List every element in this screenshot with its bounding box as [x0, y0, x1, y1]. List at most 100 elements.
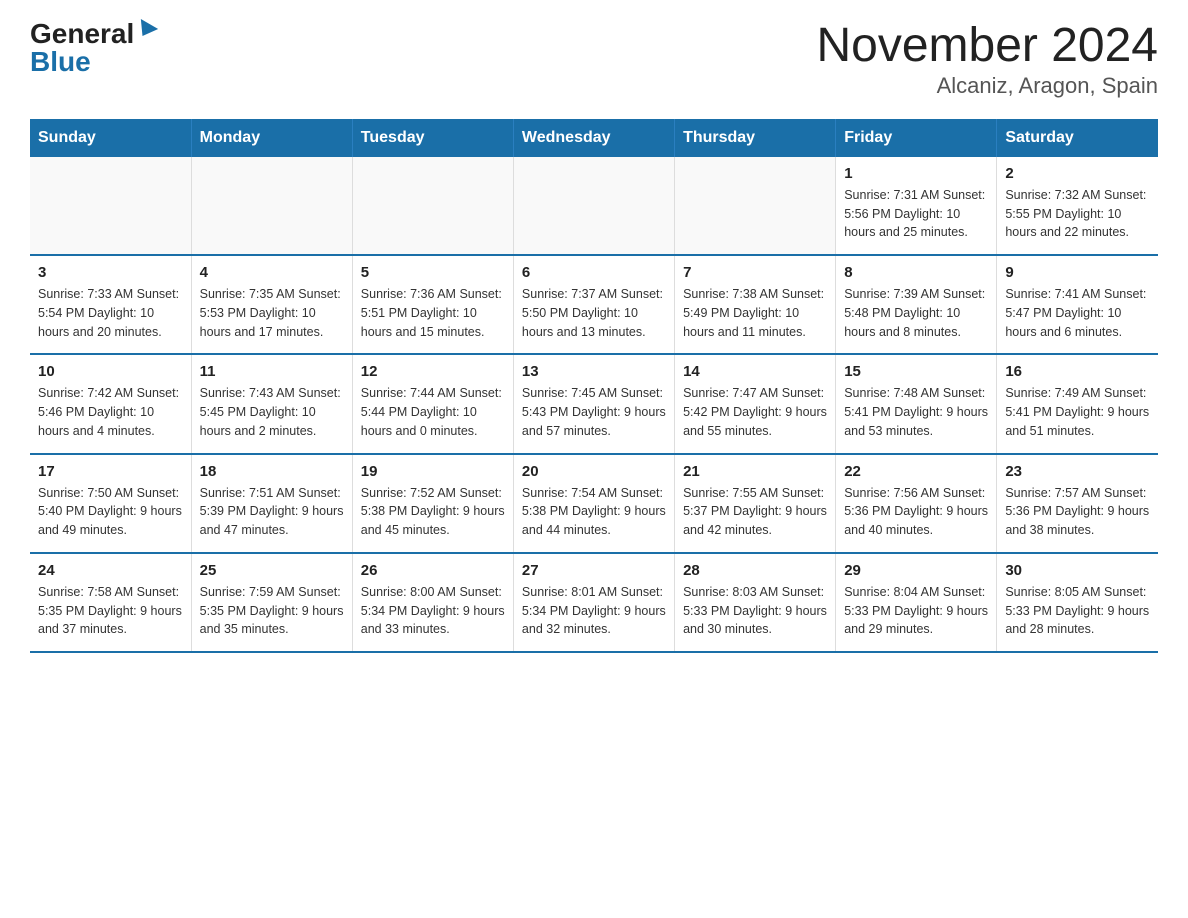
day-number: 16	[1005, 363, 1150, 380]
calendar-week-1: 1 Sunrise: 7:31 AM Sunset: 5:56 PM Daylig…	[30, 157, 1158, 255]
calendar-cell: 12Sunrise: 7:44 AM Sunset: 5:44 PM Dayli…	[352, 354, 513, 453]
calendar-cell: 17Sunrise: 7:50 AM Sunset: 5:40 PM Dayli…	[30, 454, 191, 553]
day-info: Sunrise: 7:58 AM Sunset: 5:35 PM Dayligh…	[38, 583, 183, 639]
calendar-cell: 22 Sunrise: 7:56 AM Sunset: 5:36 PM Dayli…	[836, 454, 997, 553]
calendar-cell: 10 Sunrise: 7:42 AM Sunset: 5:46 PM Dayli…	[30, 354, 191, 453]
calendar-cell: 26 Sunrise: 8:00 AM Sunset: 5:34 PM Dayli…	[352, 553, 513, 652]
calendar-cell: 7 Sunrise: 7:38 AM Sunset: 5:49 PM Daylig…	[675, 255, 836, 354]
logo-general-text: General	[30, 20, 134, 48]
calendar-week-5: 24 Sunrise: 7:58 AM Sunset: 5:35 PM Dayli…	[30, 553, 1158, 652]
logo-triangle-icon	[134, 19, 158, 41]
day-info: Sunrise: 7:32 AM Sunset: 5:55 PM Dayligh…	[1005, 186, 1150, 242]
calendar-cell: 14 Sunrise: 7:47 AM Sunset: 5:42 PM Dayli…	[675, 354, 836, 453]
day-info: Sunrise: 7:45 AM Sunset: 5:43 PM Dayligh…	[522, 384, 666, 440]
day-info: Sunrise: 7:52 AM Sunset: 5:38 PM Dayligh…	[361, 484, 505, 540]
day-number: 20	[522, 463, 666, 480]
day-info: Sunrise: 7:38 AM Sunset: 5:49 PM Dayligh…	[683, 285, 827, 341]
calendar-cell: 15Sunrise: 7:48 AM Sunset: 5:41 PM Dayli…	[836, 354, 997, 453]
calendar-cell: 13Sunrise: 7:45 AM Sunset: 5:43 PM Dayli…	[513, 354, 674, 453]
calendar-cell: 30Sunrise: 8:05 AM Sunset: 5:33 PM Dayli…	[997, 553, 1158, 652]
header-wednesday: Wednesday	[513, 119, 674, 157]
day-info: Sunrise: 7:56 AM Sunset: 5:36 PM Dayligh…	[844, 484, 988, 540]
calendar-cell	[30, 157, 191, 255]
calendar-cell	[352, 157, 513, 255]
day-number: 3	[38, 264, 183, 281]
calendar-cell: 2Sunrise: 7:32 AM Sunset: 5:55 PM Daylig…	[997, 157, 1158, 255]
calendar-cell: 20Sunrise: 7:54 AM Sunset: 5:38 PM Dayli…	[513, 454, 674, 553]
day-info: Sunrise: 7:35 AM Sunset: 5:53 PM Dayligh…	[200, 285, 344, 341]
day-info: Sunrise: 7:51 AM Sunset: 5:39 PM Dayligh…	[200, 484, 344, 540]
calendar-cell: 1 Sunrise: 7:31 AM Sunset: 5:56 PM Daylig…	[836, 157, 997, 255]
calendar-cell: 16Sunrise: 7:49 AM Sunset: 5:41 PM Dayli…	[997, 354, 1158, 453]
calendar-cell	[191, 157, 352, 255]
calendar-week-2: 3Sunrise: 7:33 AM Sunset: 5:54 PM Daylig…	[30, 255, 1158, 354]
calendar-cell: 24 Sunrise: 7:58 AM Sunset: 5:35 PM Dayli…	[30, 553, 191, 652]
day-number: 6	[522, 264, 666, 281]
day-info: Sunrise: 7:59 AM Sunset: 5:35 PM Dayligh…	[200, 583, 344, 639]
calendar-cell: 21 Sunrise: 7:55 AM Sunset: 5:37 PM Dayli…	[675, 454, 836, 553]
day-info: Sunrise: 7:31 AM Sunset: 5:56 PM Dayligh…	[844, 186, 988, 242]
header-saturday: Saturday	[997, 119, 1158, 157]
calendar-cell: 9Sunrise: 7:41 AM Sunset: 5:47 PM Daylig…	[997, 255, 1158, 354]
header-tuesday: Tuesday	[352, 119, 513, 157]
day-number: 9	[1005, 264, 1150, 281]
logo-blue-text: Blue	[30, 48, 91, 76]
day-info: Sunrise: 8:04 AM Sunset: 5:33 PM Dayligh…	[844, 583, 988, 639]
day-info: Sunrise: 7:50 AM Sunset: 5:40 PM Dayligh…	[38, 484, 183, 540]
calendar-cell	[675, 157, 836, 255]
calendar-body: 1 Sunrise: 7:31 AM Sunset: 5:56 PM Daylig…	[30, 157, 1158, 652]
calendar-cell: 25 Sunrise: 7:59 AM Sunset: 5:35 PM Dayli…	[191, 553, 352, 652]
day-number: 24	[38, 562, 183, 579]
day-number: 10	[38, 363, 183, 380]
day-number: 23	[1005, 463, 1150, 480]
calendar-week-4: 17Sunrise: 7:50 AM Sunset: 5:40 PM Dayli…	[30, 454, 1158, 553]
calendar-cell: 28 Sunrise: 8:03 AM Sunset: 5:33 PM Dayli…	[675, 553, 836, 652]
calendar-cell: 19 Sunrise: 7:52 AM Sunset: 5:38 PM Dayli…	[352, 454, 513, 553]
day-number: 25	[200, 562, 344, 579]
day-info: Sunrise: 7:55 AM Sunset: 5:37 PM Dayligh…	[683, 484, 827, 540]
day-number: 1	[844, 165, 988, 182]
calendar-week-3: 10 Sunrise: 7:42 AM Sunset: 5:46 PM Dayli…	[30, 354, 1158, 453]
calendar-cell	[513, 157, 674, 255]
calendar-cell: 3Sunrise: 7:33 AM Sunset: 5:54 PM Daylig…	[30, 255, 191, 354]
day-info: Sunrise: 7:47 AM Sunset: 5:42 PM Dayligh…	[683, 384, 827, 440]
logo: General Blue	[30, 20, 156, 76]
day-info: Sunrise: 7:48 AM Sunset: 5:41 PM Dayligh…	[844, 384, 988, 440]
day-number: 21	[683, 463, 827, 480]
day-number: 7	[683, 264, 827, 281]
calendar-cell: 27 Sunrise: 8:01 AM Sunset: 5:34 PM Dayli…	[513, 553, 674, 652]
day-info: Sunrise: 7:43 AM Sunset: 5:45 PM Dayligh…	[200, 384, 344, 440]
calendar-cell: 4Sunrise: 7:35 AM Sunset: 5:53 PM Daylig…	[191, 255, 352, 354]
header-sunday: Sunday	[30, 119, 191, 157]
calendar-table: Sunday Monday Tuesday Wednesday Thursday…	[30, 119, 1158, 653]
day-info: Sunrise: 7:36 AM Sunset: 5:51 PM Dayligh…	[361, 285, 505, 341]
header-monday: Monday	[191, 119, 352, 157]
header-thursday: Thursday	[675, 119, 836, 157]
day-number: 26	[361, 562, 505, 579]
day-number: 18	[200, 463, 344, 480]
page-header: General Blue November 2024 Alcaniz, Arag…	[30, 20, 1158, 99]
calendar-cell: 11 Sunrise: 7:43 AM Sunset: 5:45 PM Dayli…	[191, 354, 352, 453]
page-title: November 2024	[816, 20, 1158, 73]
day-info: Sunrise: 8:01 AM Sunset: 5:34 PM Dayligh…	[522, 583, 666, 639]
header-friday: Friday	[836, 119, 997, 157]
calendar-cell: 6Sunrise: 7:37 AM Sunset: 5:50 PM Daylig…	[513, 255, 674, 354]
calendar-header: Sunday Monday Tuesday Wednesday Thursday…	[30, 119, 1158, 157]
day-number: 22	[844, 463, 988, 480]
calendar-cell: 23Sunrise: 7:57 AM Sunset: 5:36 PM Dayli…	[997, 454, 1158, 553]
day-number: 27	[522, 562, 666, 579]
day-number: 29	[844, 562, 988, 579]
day-number: 14	[683, 363, 827, 380]
header-row: Sunday Monday Tuesday Wednesday Thursday…	[30, 119, 1158, 157]
day-info: Sunrise: 7:42 AM Sunset: 5:46 PM Dayligh…	[38, 384, 183, 440]
day-number: 19	[361, 463, 505, 480]
day-number: 30	[1005, 562, 1150, 579]
page-subtitle: Alcaniz, Aragon, Spain	[816, 73, 1158, 99]
day-info: Sunrise: 8:03 AM Sunset: 5:33 PM Dayligh…	[683, 583, 827, 639]
day-info: Sunrise: 8:00 AM Sunset: 5:34 PM Dayligh…	[361, 583, 505, 639]
day-number: 5	[361, 264, 505, 281]
day-info: Sunrise: 7:39 AM Sunset: 5:48 PM Dayligh…	[844, 285, 988, 341]
calendar-cell: 18 Sunrise: 7:51 AM Sunset: 5:39 PM Dayli…	[191, 454, 352, 553]
day-number: 28	[683, 562, 827, 579]
day-number: 11	[200, 363, 344, 380]
